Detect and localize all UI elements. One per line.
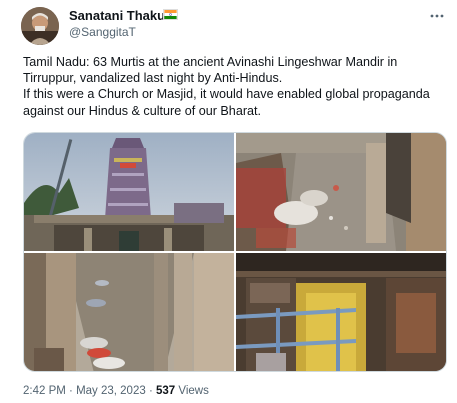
tweet-text: Tamil Nadu: 63 Murtis at the ancient Avi… bbox=[23, 55, 430, 118]
media-image-temple-gopuram[interactable] bbox=[24, 133, 234, 251]
media-image-damaged-murtis-corridor[interactable] bbox=[236, 133, 446, 251]
tweet-date[interactable]: May 23, 2023 bbox=[76, 385, 146, 397]
media-image-wrapped-murtis-among-pillars[interactable] bbox=[24, 253, 234, 371]
author-name[interactable]: Sanatani Thakur bbox=[69, 8, 170, 23]
meta-separator: · bbox=[65, 385, 77, 397]
views-label: Views bbox=[175, 385, 209, 397]
meta-separator: · bbox=[145, 385, 156, 397]
views-count: 537 bbox=[155, 385, 176, 397]
more-options-icon[interactable] bbox=[429, 8, 445, 24]
india-flag-icon bbox=[163, 9, 178, 20]
author-handle[interactable]: @SanggitaT bbox=[69, 25, 136, 39]
tweet-card: Sanatani Thakur @SanggitaT Tamil Nadu: 6… bbox=[0, 0, 457, 403]
avatar[interactable] bbox=[21, 7, 59, 45]
tweet-meta: 2:42 PM · May 23, 2023 · 537 Views bbox=[23, 385, 209, 397]
media-grid bbox=[23, 132, 447, 372]
tweet-time[interactable]: 2:42 PM bbox=[23, 385, 66, 397]
media-image-temple-interior-scaffolding[interactable] bbox=[236, 253, 446, 371]
